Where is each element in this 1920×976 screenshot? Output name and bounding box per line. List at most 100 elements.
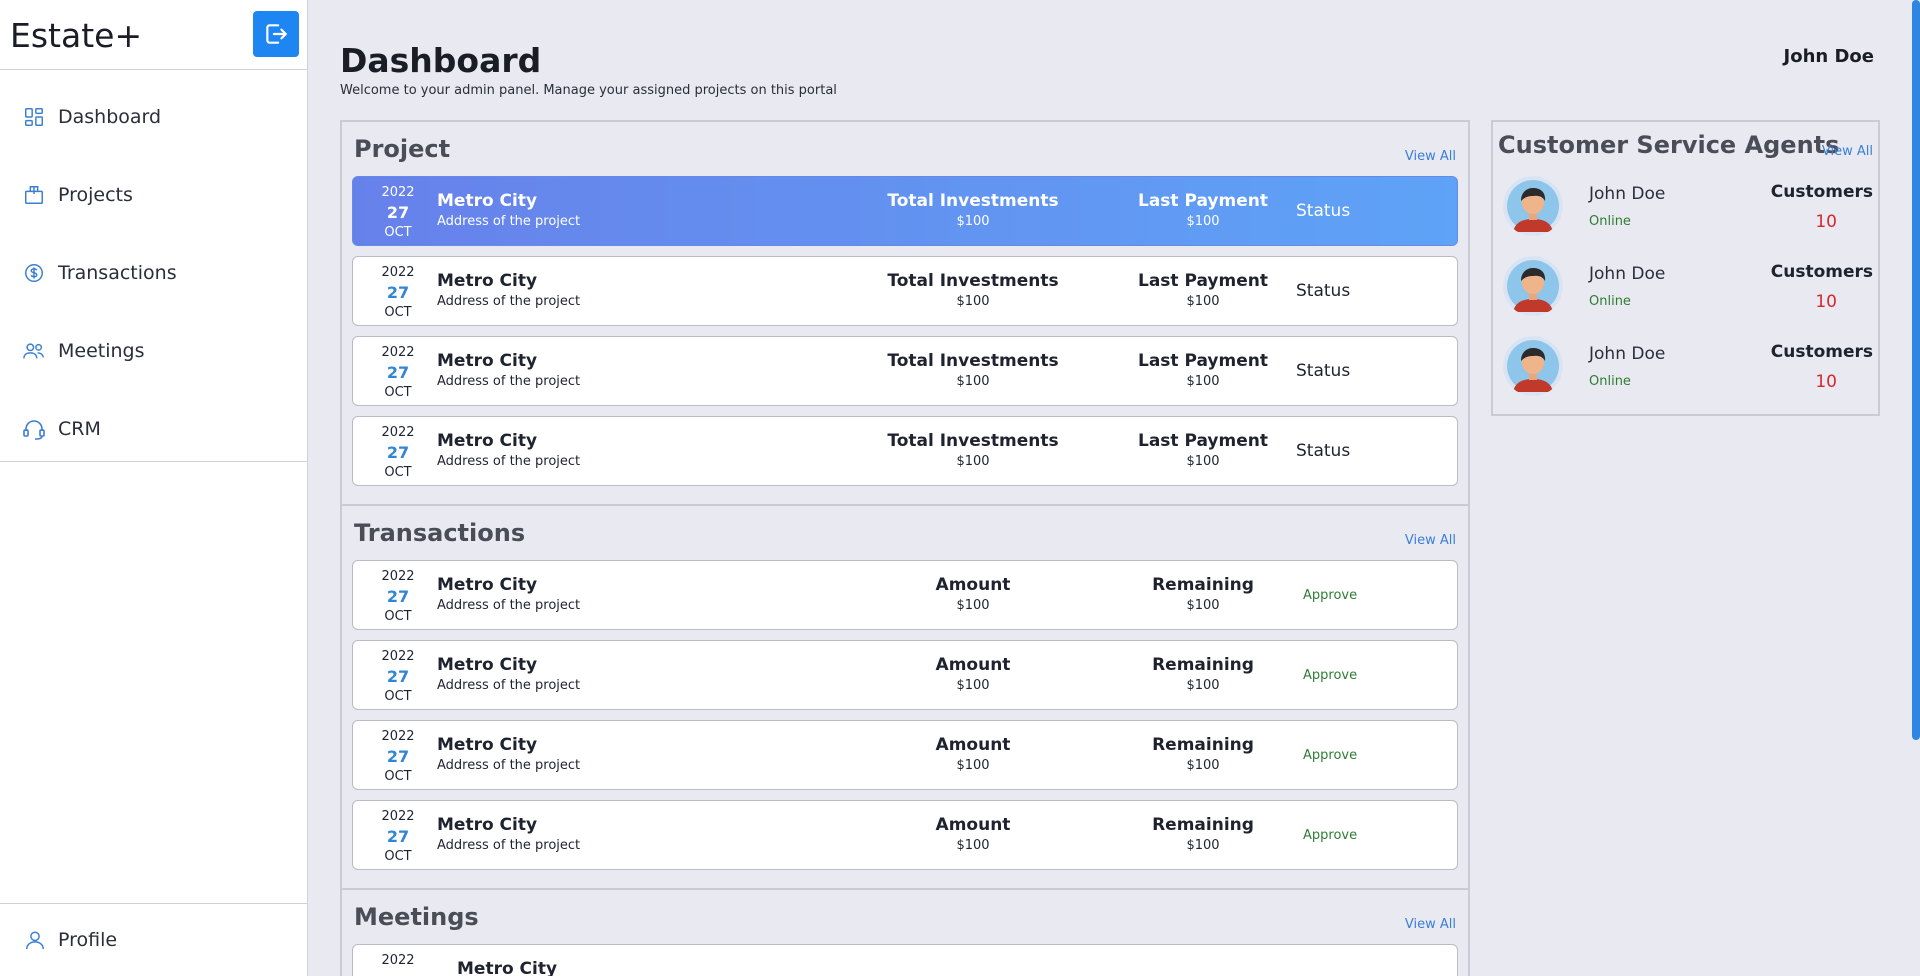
brand-logo: Estate+ <box>10 16 143 55</box>
transaction-address: Address of the project <box>437 838 581 853</box>
date-month: OCT <box>384 689 412 704</box>
date-day: 27 <box>386 667 410 686</box>
agent-name: John Doe <box>1589 184 1666 204</box>
project-status: Status <box>1296 441 1351 461</box>
meetings-panel: Meetings View All 2022 Metro City <box>340 888 1470 976</box>
customers-label: Customers <box>1770 342 1873 362</box>
sidebar: Estate+ Dashboard Projects Transactions <box>0 0 308 976</box>
sidebar-item-meetings[interactable]: Meetings <box>0 312 307 390</box>
project-view-all-link[interactable]: View All <box>1405 149 1456 164</box>
meetings-view-all-link[interactable]: View All <box>1405 917 1456 932</box>
sidebar-item-label: Projects <box>58 184 133 206</box>
project-name: Metro City <box>437 431 538 451</box>
amount-label: Amount <box>935 655 1011 675</box>
date-year: 2022 <box>381 953 415 968</box>
brand-row: Estate+ <box>0 0 307 70</box>
transaction-name: Metro City <box>437 735 538 755</box>
remaining: Remaining $100 <box>1113 655 1293 693</box>
transaction-name: Metro City <box>437 815 538 835</box>
sidebar-item-profile[interactable]: Profile <box>0 903 308 976</box>
transaction-row[interactable]: 2022 27 OCT Metro City Address of the pr… <box>352 640 1458 710</box>
remaining-value: $100 <box>1186 758 1220 773</box>
date-month: OCT <box>384 769 412 784</box>
sidebar-item-label: Transactions <box>58 262 177 284</box>
sidebar-item-projects[interactable]: Projects <box>0 156 307 234</box>
project-row[interactable]: 2022 27 OCT Metro City Address of the pr… <box>352 336 1458 406</box>
transaction-name: Metro City <box>437 655 538 675</box>
last-payment-value: $100 <box>1186 454 1220 469</box>
current-user-name[interactable]: John Doe <box>1784 46 1874 67</box>
last-payment-label: Last Payment <box>1138 431 1268 451</box>
dashboard-icon <box>22 105 46 129</box>
sidebar-item-label: Dashboard <box>58 106 162 128</box>
last-payment-label: Last Payment <box>1138 191 1268 211</box>
project-name: Metro City <box>437 351 538 371</box>
remaining-value: $100 <box>1186 838 1220 853</box>
date-day: 27 <box>386 827 410 846</box>
remaining-label: Remaining <box>1152 575 1254 595</box>
sidebar-item-dashboard[interactable]: Dashboard <box>0 78 307 156</box>
project-row[interactable]: 2022 27 OCT Metro City Address of the pr… <box>352 416 1458 486</box>
last-payment: Last Payment $100 <box>1113 271 1293 309</box>
remaining-value: $100 <box>1186 678 1220 693</box>
remaining: Remaining $100 <box>1113 815 1293 853</box>
agent-name: John Doe <box>1589 264 1666 284</box>
approve-button[interactable]: Approve <box>1303 668 1357 683</box>
last-payment: Last Payment $100 <box>1113 351 1293 389</box>
approve-button[interactable]: Approve <box>1303 828 1357 843</box>
last-payment-label: Last Payment <box>1138 271 1268 291</box>
project-status: Status <box>1296 201 1351 221</box>
avatar <box>1503 336 1563 396</box>
project-address: Address of the project <box>437 454 581 469</box>
panel-title: Transactions <box>354 519 526 547</box>
transactions-view-all-link[interactable]: View All <box>1405 533 1456 548</box>
date-month: OCT <box>384 385 412 400</box>
agents-panel: Customer Service Agents View All John Do… <box>1491 120 1880 416</box>
date-year: 2022 <box>381 569 415 584</box>
meeting-row[interactable]: 2022 Metro City <box>352 944 1458 976</box>
date-badge: 2022 27 OCT <box>353 423 443 483</box>
date-year: 2022 <box>381 425 415 440</box>
transactions-panel: Transactions View All 2022 27 OCT Metro … <box>340 504 1470 890</box>
transaction-row[interactable]: 2022 27 OCT Metro City Address of the pr… <box>352 800 1458 870</box>
logout-button[interactable] <box>253 11 299 57</box>
sidebar-item-transactions[interactable]: Transactions <box>0 234 307 312</box>
transaction-info: Metro City Address of the project <box>437 655 580 693</box>
date-month: OCT <box>384 849 412 864</box>
sidebar-item-crm[interactable]: CRM <box>0 390 307 468</box>
amount: Amount $100 <box>873 735 1073 773</box>
total-investments-label: Total Investments <box>887 351 1059 371</box>
last-payment: Last Payment $100 <box>1113 191 1293 229</box>
approve-button[interactable]: Approve <box>1303 748 1357 763</box>
last-payment-value: $100 <box>1186 294 1220 309</box>
project-info: Metro City Address of the project <box>437 351 580 389</box>
agent-item[interactable]: John Doe Online Customers 10 <box>1503 336 1873 406</box>
amount-label: Amount <box>935 815 1011 835</box>
project-name: Metro City <box>437 191 538 211</box>
project-row[interactable]: 2022 27 OCT Metro City Address of the pr… <box>352 176 1458 246</box>
profile-label: Profile <box>58 929 118 951</box>
date-month: OCT <box>384 305 412 320</box>
transaction-row[interactable]: 2022 27 OCT Metro City Address of the pr… <box>352 560 1458 630</box>
total-investments: Total Investments $100 <box>873 271 1073 309</box>
agent-item[interactable]: John Doe Online Customers 10 <box>1503 256 1873 326</box>
panel-header: Transactions View All <box>352 506 1458 560</box>
remaining: Remaining $100 <box>1113 735 1293 773</box>
last-payment-value: $100 <box>1186 214 1220 229</box>
date-badge: 2022 27 OCT <box>353 567 443 627</box>
headset-icon <box>22 417 46 441</box>
amount-value: $100 <box>956 598 990 613</box>
date-badge: 2022 <box>353 951 443 971</box>
approve-button[interactable]: Approve <box>1303 588 1357 603</box>
project-address: Address of the project <box>437 214 581 229</box>
panel-header: Meetings View All <box>352 890 1458 944</box>
customers-count: 10 <box>1815 292 1837 312</box>
agent-item[interactable]: John Doe Online Customers 10 <box>1503 176 1873 246</box>
page-scrollbar[interactable] <box>1912 0 1920 740</box>
date-badge: 2022 27 OCT <box>353 263 443 323</box>
transaction-row[interactable]: 2022 27 OCT Metro City Address of the pr… <box>352 720 1458 790</box>
agents-view-all-link[interactable]: View All <box>1822 144 1873 159</box>
total-investments: Total Investments $100 <box>873 191 1073 229</box>
project-row[interactable]: 2022 27 OCT Metro City Address of the pr… <box>352 256 1458 326</box>
meeting-info: Metro City <box>457 959 557 976</box>
